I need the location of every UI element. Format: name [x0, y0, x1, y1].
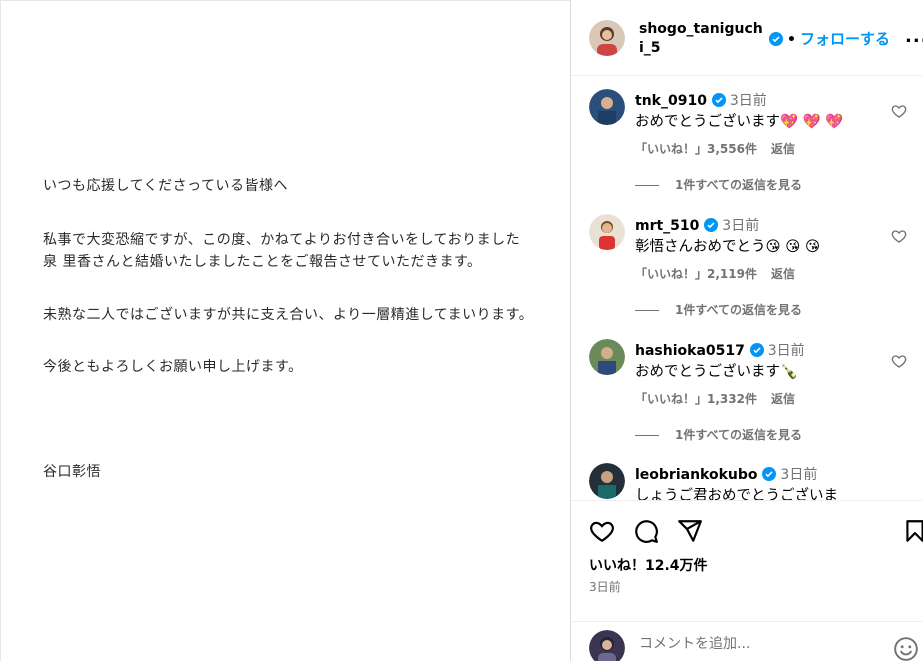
comment-meta: 「いいね！」1,332件 返信 [635, 390, 795, 407]
commenter-avatar[interactable] [589, 339, 625, 375]
comment-time: 3日前 [722, 218, 760, 234]
comment-time: 3日前 [729, 93, 767, 109]
post-actions: いいね！12.4万件 3日前 [571, 500, 923, 661]
heart-icon[interactable] [891, 103, 907, 119]
current-user-avatar [589, 630, 625, 661]
like-heart-icon[interactable] [589, 518, 615, 544]
comment-time: 3日前 [780, 467, 818, 483]
heart-icon[interactable] [891, 353, 907, 369]
comment-text: おめでとうございます💖 💖 💖 [635, 114, 844, 130]
comment-text: しょうご君おめでとうございま [635, 488, 838, 500]
letter-signature: 谷口彰悟 [43, 464, 101, 480]
letter-line: 泉 里香さんと結婚いたしましたことをご報告させていただきます。 [43, 254, 482, 270]
comment-input[interactable] [639, 636, 879, 652]
heart-icon[interactable] [891, 228, 907, 244]
commenter-username[interactable]: leobriankokubo 3日前 [635, 464, 817, 484]
commenter-avatar[interactable] [589, 89, 625, 125]
reply-button[interactable]: 返信 [771, 267, 795, 281]
view-replies-link[interactable]: 1件すべての返信を見る [635, 301, 802, 318]
comment-text: 彰悟さんおめでとう😘 😘 😘 [635, 239, 821, 255]
comment-likes[interactable]: 「いいね！」2,119件 [635, 267, 757, 281]
commenter-avatar[interactable] [589, 463, 625, 499]
post-timestamp: 3日前 [589, 580, 621, 594]
comment-likes[interactable]: 「いいね！」3,556件 [635, 142, 757, 156]
commenter-username[interactable]: tnk_0910 3日前 [635, 90, 767, 110]
share-send-icon[interactable] [677, 518, 703, 544]
comment-meta: 「いいね！」2,119件 返信 [635, 265, 795, 282]
separator-dot: • [787, 32, 796, 48]
divider-line [635, 435, 659, 436]
reply-button[interactable]: 返信 [771, 392, 795, 406]
letter-greeting: いつも応援してくださっている皆様へ [43, 178, 288, 194]
save-bookmark-icon[interactable] [902, 518, 923, 544]
post-image: いつも応援してくださっている皆様へ 私事で大変恐縮ですが、この度、かねてよりお付… [0, 0, 570, 661]
letter-line: 私事で大変恐縮ですが、この度、かねてよりお付き合いをしておりました [43, 232, 521, 248]
comments-list[interactable]: tnk_0910 3日前 おめでとうございます💖 💖 💖 「いいね！」3,556… [571, 77, 923, 500]
commenter-username[interactable]: mrt_510 3日前 [635, 215, 759, 235]
author-avatar[interactable] [589, 20, 625, 56]
comment-text: おめでとうございます🍾 [635, 364, 799, 380]
verified-badge-icon [749, 343, 764, 357]
author-username[interactable]: shogo_taniguchi_5 [639, 20, 765, 58]
likes-count[interactable]: いいね！12.4万件 [589, 555, 708, 575]
verified-badge-icon [762, 467, 777, 481]
comment-likes[interactable]: 「いいね！」1,332件 [635, 392, 757, 406]
reply-button[interactable]: 返信 [771, 142, 795, 156]
post-header: shogo_taniguchi_5 •フォローする ... [571, 0, 923, 76]
post-sidebar: shogo_taniguchi_5 •フォローする ... tnk_0910 3… [570, 0, 923, 661]
verified-badge-icon [704, 218, 719, 232]
comment-composer [571, 621, 923, 661]
letter-line: 未熟な二人ではございますが共に支え合い、より一層精進してまいります。 [43, 307, 534, 323]
view-replies-link[interactable]: 1件すべての返信を見る [635, 176, 802, 193]
commenter-avatar[interactable] [589, 214, 625, 250]
letter-line: 今後ともよろしくお願い申し上げます。 [43, 359, 303, 375]
comment-meta: 「いいね！」3,556件 返信 [635, 140, 795, 157]
comment-bubble-icon[interactable] [633, 518, 659, 544]
divider-line [635, 310, 659, 311]
commenter-username[interactable]: hashioka0517 3日前 [635, 340, 805, 360]
follow-row: • フォローする [769, 28, 890, 49]
more-options-icon[interactable]: ... [905, 26, 923, 47]
verified-badge-icon [711, 93, 726, 107]
divider-line [635, 185, 659, 186]
emoji-icon[interactable] [893, 636, 919, 661]
comment-time: 3日前 [767, 343, 805, 359]
follow-button[interactable]: フォローする [800, 30, 890, 48]
view-replies-link[interactable]: 1件すべての返信を見る [635, 426, 802, 443]
verified-badge-icon [769, 32, 783, 46]
